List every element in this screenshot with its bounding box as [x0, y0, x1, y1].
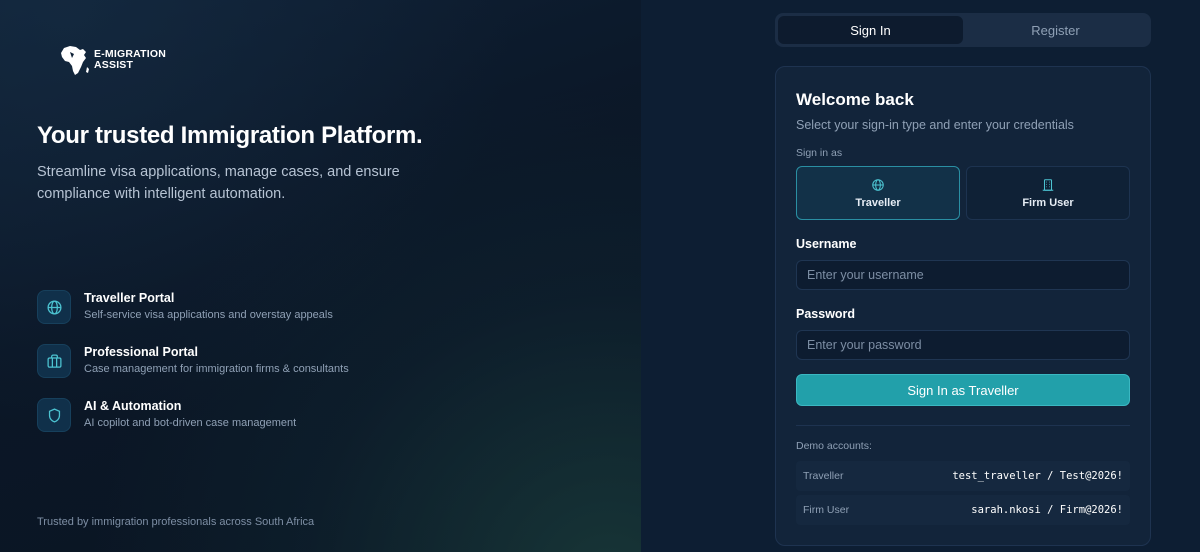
demo-credentials: test_traveller / Test@2026!: [952, 470, 1123, 482]
card-subtitle: Select your sign-in type and enter your …: [796, 118, 1074, 132]
username-input[interactable]: [796, 260, 1130, 290]
username-label: Username: [796, 237, 857, 251]
type-label: Traveller: [855, 196, 901, 209]
demo-role: Traveller: [803, 470, 844, 482]
auth-tabs: Sign In Register: [775, 13, 1151, 47]
feature-desc: Case management for immigration firms & …: [84, 363, 349, 375]
password-input[interactable]: [796, 330, 1130, 360]
tab-register[interactable]: Register: [963, 16, 1148, 44]
type-label: Firm User: [1022, 196, 1074, 209]
briefcase-icon: [37, 344, 71, 378]
feature-desc: AI copilot and bot-driven case managemen…: [84, 417, 297, 429]
password-label: Password: [796, 307, 856, 321]
feature-ai-automation: AI & Automation AI copilot and bot-drive…: [37, 398, 296, 432]
tab-sign-in[interactable]: Sign In: [778, 16, 963, 44]
africa-map-icon: [61, 46, 89, 75]
hero-subline: Streamline visa applications, manage cas…: [37, 164, 400, 202]
type-firm-user-button[interactable]: Firm User: [966, 166, 1130, 220]
type-traveller-button[interactable]: Traveller: [796, 166, 960, 220]
demo-account-row[interactable]: Traveller test_traveller / Test@2026!: [796, 461, 1130, 491]
shield-icon: [37, 398, 71, 432]
divider: [796, 425, 1130, 426]
globe-icon: [872, 178, 884, 191]
demo-role: Firm User: [803, 504, 850, 516]
globe-icon: [37, 290, 71, 324]
sign-in-button[interactable]: Sign In as Traveller: [796, 374, 1130, 406]
trusted-note: Trusted by immigration professionals acr…: [37, 516, 315, 528]
feature-title: AI & Automation: [84, 399, 182, 413]
brand-name: E-MIGRATION ASSIST: [94, 48, 166, 71]
feature-title: Traveller Portal: [84, 291, 175, 305]
feature-desc: Self-service visa applications and overs…: [84, 309, 333, 321]
card-title: Welcome back: [796, 90, 914, 109]
demo-accounts-label: Demo accounts:: [796, 440, 872, 452]
hero-headline: Your trusted Immigration Platform.: [37, 122, 423, 149]
feature-professional-portal: Professional Portal Case management for …: [37, 344, 349, 378]
sign-in-as-label: Sign in as: [796, 147, 843, 159]
brand-logo[interactable]: E-MIGRATION ASSIST: [56, 42, 174, 78]
demo-account-row[interactable]: Firm User sarah.nkosi / Firm@2026!: [796, 495, 1130, 525]
sign-in-card: Welcome back Select your sign-in type an…: [775, 66, 1151, 546]
building-icon: [1042, 178, 1054, 191]
demo-credentials: sarah.nkosi / Firm@2026!: [971, 504, 1123, 516]
feature-traveller-portal: Traveller Portal Self-service visa appli…: [37, 290, 333, 324]
feature-title: Professional Portal: [84, 345, 198, 359]
hero-panel: E-MIGRATION ASSIST Your trusted Immigrat…: [0, 0, 641, 552]
